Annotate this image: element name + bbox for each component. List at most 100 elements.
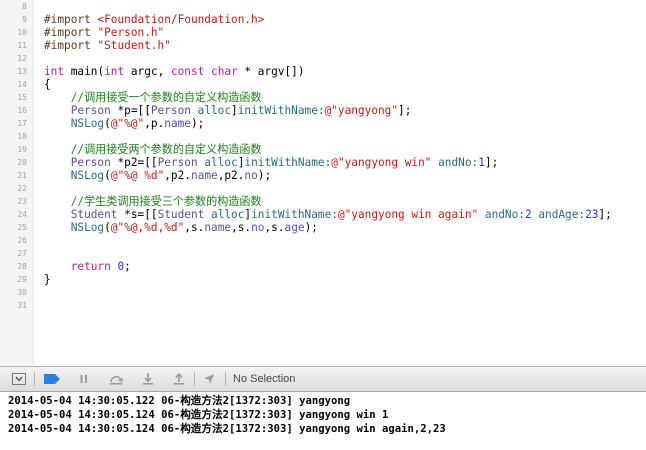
code-token: initWithName:: [237, 104, 325, 117]
step-out-icon[interactable]: [172, 373, 186, 385]
code-token: }: [44, 273, 51, 286]
line-number: 25: [17, 223, 27, 232]
code-token: (: [104, 169, 111, 182]
code-token: @"%@": [110, 117, 145, 130]
code-line[interactable]: Student *s=[[Student alloc]initWithName:…: [44, 208, 612, 221]
code-line[interactable]: #import <Foundation/Foundation.h>: [44, 13, 264, 26]
code-token: Student: [157, 208, 205, 221]
line-number: 22: [17, 184, 27, 193]
code-editor[interactable]: 8 9 10 11 12 13 14 15 16 17 18 19 20 21 22 23 24 25 26 27 28…: [0, 0, 646, 366]
code-token: 23: [585, 208, 599, 221]
code-token: @"yangyong": [324, 104, 399, 117]
console-output[interactable]: 2014-05-04 14:30:05.122 06-构造方法2[1372:30…: [0, 392, 646, 450]
code-token: //学生类调用接受三个参数的构造函数: [44, 195, 262, 208]
code-line[interactable]: }: [44, 273, 51, 286]
line-number: 21: [17, 171, 27, 180]
code-token: ,p2.: [217, 169, 245, 182]
code-token: {: [44, 78, 51, 91]
code-token: argc,: [124, 65, 171, 78]
code-token: name: [190, 169, 218, 182]
console-log-line: 2014-05-04 14:30:05.122 06-构造方法2[1372:30…: [8, 395, 351, 407]
code-token: ,s.: [231, 221, 252, 234]
code-token: ,s.: [184, 221, 205, 234]
step-into-icon[interactable]: [141, 373, 155, 385]
code-token: alloc: [197, 104, 232, 117]
code-token: andNo:: [484, 208, 525, 221]
line-number: 9: [22, 15, 27, 24]
console-log-line: 2014-05-04 14:30:05.124 06-构造方法2[1372:30…: [8, 409, 389, 421]
code-token: Person: [157, 156, 198, 169]
code-token: int: [44, 65, 65, 78]
code-token: return: [70, 260, 111, 273]
code-line[interactable]: NSLog(@"%@,%d,%d",s.name,s.no,s.age);: [44, 221, 318, 234]
code-token: ,p.: [144, 117, 165, 130]
code-line[interactable]: //调用接受两个参数的自定义构造函数: [44, 143, 262, 156]
code-line[interactable]: //学生类调用接受三个参数的构造函数: [44, 195, 262, 208]
line-number: 11: [17, 41, 27, 50]
code-token: name: [164, 117, 191, 130]
code-token: ];: [598, 208, 612, 221]
code-line[interactable]: //调用接受一个参数的自定义构造函数: [44, 91, 262, 104]
line-number: 17: [17, 119, 27, 128]
code-line[interactable]: return 0;: [44, 260, 131, 273]
line-number: 10: [17, 28, 27, 37]
line-number: 29: [17, 275, 27, 284]
code-line[interactable]: #import "Student.h": [44, 39, 171, 52]
breakpoints-toggle-icon[interactable]: [44, 373, 60, 385]
code-token: name: [204, 221, 232, 234]
code-token: );: [257, 169, 272, 182]
code-token: *p2=[[: [110, 156, 158, 169]
line-number: 13: [17, 67, 27, 76]
code-token: *s=[[: [117, 208, 158, 221]
code-line[interactable]: NSLog(@"%@ %d",p2.name,p2.no);: [44, 169, 271, 182]
code-token: #import: [44, 13, 98, 26]
pause-icon[interactable]: [77, 373, 91, 385]
code-token: (: [104, 221, 111, 234]
code-token: no: [251, 221, 265, 234]
code-token: //调用接受一个参数的自定义构造函数: [44, 91, 262, 104]
code-token: ,p2.: [164, 169, 191, 182]
code-token: @"yangyong win": [331, 156, 432, 169]
simulate-location-icon[interactable]: [202, 373, 216, 385]
line-number-gutter: 8 9 10 11 12 13 14 15 16 17 18 19 20 21 22 23 24 25 26 27 28…: [0, 0, 34, 366]
code-token: NSLog: [70, 117, 105, 130]
code-line[interactable]: #import "Person.h": [44, 26, 164, 39]
line-number: 18: [17, 132, 27, 141]
line-number: 15: [17, 93, 27, 102]
code-token: );: [190, 117, 205, 130]
code-line[interactable]: NSLog(@"%@",p.name);: [44, 117, 205, 130]
code-token: NSLog: [70, 169, 105, 182]
code-token: const: [170, 65, 205, 78]
code-token: initWithName:: [251, 208, 338, 221]
code-line[interactable]: int main(int argc, const char * argv[]): [44, 65, 305, 78]
step-over-icon[interactable]: [109, 373, 123, 385]
debug-toolbar: No Selection: [0, 367, 646, 392]
code-line[interactable]: {: [44, 78, 51, 91]
code-token: );: [304, 221, 318, 234]
line-number: 24: [17, 210, 27, 219]
line-number: 12: [17, 54, 27, 63]
code-token: main(: [64, 65, 105, 78]
line-number: 26: [17, 236, 27, 245]
line-number: 23: [17, 197, 27, 206]
line-number: 8: [22, 2, 27, 11]
line-number: 28: [17, 262, 27, 271]
code-token: (: [104, 117, 111, 130]
toolbar-divider: [34, 372, 35, 386]
code-token: andNo:: [438, 156, 479, 169]
code-line[interactable]: Person *p=[[Person alloc]initWithName:@"…: [44, 104, 412, 117]
code-token: Person: [70, 156, 111, 169]
code-token: "Person.h": [97, 26, 165, 39]
line-number: 27: [17, 249, 27, 258]
code-line[interactable]: Person *p2=[[Person alloc]initWithName:@…: [44, 156, 499, 169]
code-token: *p=[[: [110, 104, 151, 117]
code-token: ]: [231, 104, 238, 117]
line-number: 19: [17, 145, 27, 154]
hide-debug-area-icon[interactable]: [12, 373, 26, 385]
